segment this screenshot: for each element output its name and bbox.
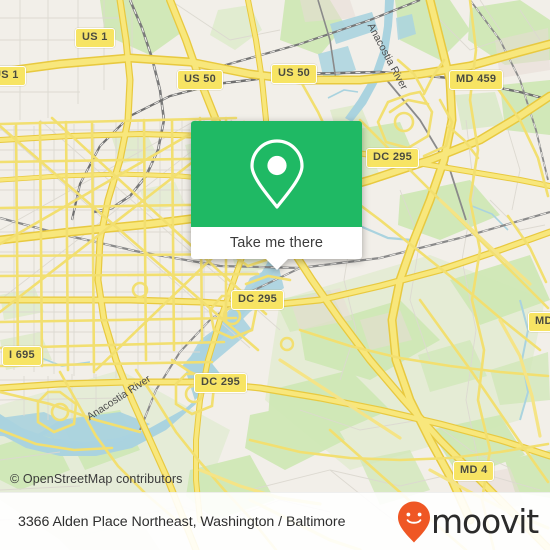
shield-dc-295-southwest: DC 295	[194, 373, 248, 393]
map-screen: Anacostia River Anacostia River US 1 US …	[0, 0, 550, 550]
address-label: 3366 Alden Place Northeast, Washington /…	[18, 513, 346, 530]
shield-dc-295-center: DC 295	[231, 290, 285, 310]
popup-pin-area	[191, 121, 362, 227]
shield-i-695: I 695	[2, 346, 42, 366]
map-pin-icon	[249, 139, 304, 209]
shield-md-459: MD 459	[449, 70, 504, 90]
moovit-wordmark: moovit	[431, 502, 539, 541]
shield-us-1-north: US 1	[75, 28, 115, 48]
map-canvas[interactable]: Anacostia River Anacostia River US 1 US …	[0, 0, 550, 550]
shield-dc-295-northeast: DC 295	[366, 148, 420, 168]
moovit-logo[interactable]: moovit	[396, 500, 539, 544]
shield-md-east-clipped: MD	[528, 312, 550, 332]
shield-us-50-east: US 50	[271, 64, 318, 84]
take-me-there-button[interactable]: Take me there	[191, 227, 362, 259]
shield-us-1-west: US 1	[0, 66, 26, 86]
bottom-info-bar: 3366 Alden Place Northeast, Washington /…	[0, 492, 550, 550]
location-popup[interactable]: Take me there	[191, 121, 362, 270]
moovit-pin-icon	[398, 501, 431, 542]
map-attribution[interactable]: © OpenStreetMap contributors	[10, 472, 183, 486]
shield-us-50-west: US 50	[177, 70, 224, 90]
shield-md-4: MD 4	[453, 461, 495, 481]
take-me-there-label: Take me there	[229, 235, 324, 251]
popup-tail	[265, 259, 288, 270]
